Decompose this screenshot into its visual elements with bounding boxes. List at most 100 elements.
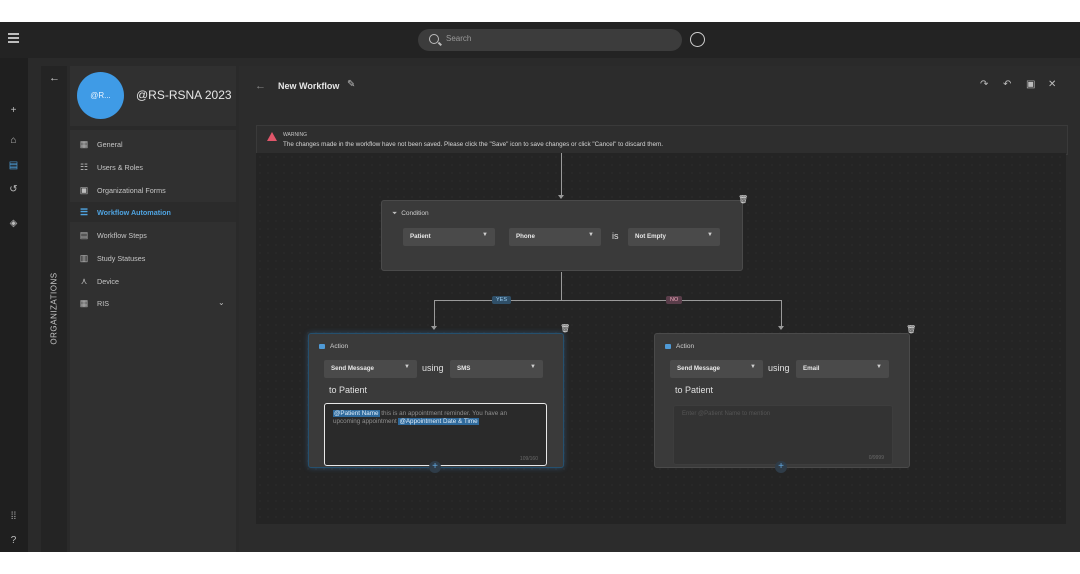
connector-line — [561, 153, 562, 195]
message-textarea[interactable]: @Patient Name this is an appointment rem… — [324, 403, 547, 466]
icon-rail: + ⌂ ▤ ↺ ◈ ⁞⁞ ? — [0, 58, 28, 552]
chevron-down-icon[interactable]: ⌄ — [218, 298, 225, 307]
nav-item-label: Device — [97, 277, 119, 286]
action-node-email[interactable]: Action Send Message ▼ using Email ▼ to Pat… — [654, 333, 910, 468]
organization-icon[interactable]: ▤ — [8, 160, 19, 171]
connector-line — [434, 300, 435, 326]
action-type-select[interactable]: Send Message ▼ — [670, 360, 763, 378]
warning-title: WARNING — [283, 132, 307, 138]
select-value: Patient — [410, 233, 431, 240]
chat-icon — [665, 343, 671, 349]
condition-header: ⏷ Condition — [392, 210, 429, 218]
character-counter: 109/160 — [519, 456, 538, 462]
redo-icon[interactable]: ↷ — [980, 79, 988, 90]
nav-item-label: Users & Roles — [97, 163, 143, 172]
using-word: using — [422, 363, 444, 373]
dropdown-arrow-icon: ▼ — [876, 364, 882, 370]
page-title: New Workflow — [278, 81, 340, 91]
nav-item-label: Workflow Automation — [97, 208, 171, 217]
document-icon: ▥ — [79, 253, 89, 263]
action-label: Action — [330, 343, 349, 350]
steps-icon: ▤ — [79, 230, 89, 240]
save-icon[interactable]: ▣ — [1026, 79, 1035, 90]
mention-tag[interactable]: @Appointment Date & Time — [398, 418, 479, 425]
nav-item-users-roles[interactable]: ☷ Users & Roles — [70, 157, 236, 177]
condition-attribute-select[interactable]: Phone ▼ — [509, 228, 601, 246]
channel-select[interactable]: Email ▼ — [796, 360, 889, 378]
dropdown-arrow-icon: ▼ — [482, 232, 488, 238]
yes-branch-chip[interactable]: YES — [492, 296, 512, 304]
recipient-text: to Patient — [329, 385, 368, 395]
nav-item-workflow-steps[interactable]: ▤ Workflow Steps — [70, 225, 236, 245]
connector-arrow — [558, 195, 564, 199]
undo-icon[interactable]: ↶ — [1003, 79, 1011, 90]
recipient-text: to Patient — [675, 385, 714, 395]
edit-pencil-icon[interactable]: ✎ — [347, 79, 355, 90]
organizations-label: ORGANIZATIONS — [49, 272, 59, 345]
no-branch-chip[interactable]: NO — [666, 296, 683, 304]
condition-value-select[interactable]: Not Empty ▼ — [628, 228, 720, 246]
message-text: @Patient Name this is an appointment rem… — [333, 410, 533, 426]
history-icon[interactable]: ↺ — [8, 184, 19, 195]
dropdown-arrow-icon: ▼ — [750, 364, 756, 370]
workflow-canvas[interactable]: YES NO ⏷ Condition Patient ▼ Phone ▼ is Not… — [256, 153, 1066, 524]
channel-select[interactable]: SMS ▼ — [450, 360, 543, 378]
dropdown-arrow-icon: ▼ — [588, 232, 594, 238]
search-input[interactable]: Search — [418, 29, 682, 51]
delete-action-icon[interactable]: 🗑 — [906, 326, 916, 334]
nav-item-study-statuses[interactable]: ▥ Study Statuses — [70, 248, 236, 268]
nav-item-device[interactable]: ⋏ Device — [70, 271, 236, 291]
nav-item-label: General — [97, 140, 123, 149]
action-header: Action — [319, 343, 348, 350]
back-arrow-icon[interactable]: ← — [49, 72, 60, 84]
message-textarea[interactable]: Enter @Patient Name to mention 0/9999 — [673, 405, 893, 465]
using-word: using — [768, 363, 790, 373]
loading-spinner-icon — [690, 32, 705, 47]
users-icon: ☷ — [79, 162, 89, 172]
unsaved-warning-banner: WARNING The changes made in the workflow… — [256, 125, 1068, 155]
delete-action-icon[interactable]: 🗑 — [560, 325, 570, 333]
nav-item-workflow-automation[interactable]: ☰ Workflow Automation — [70, 202, 236, 222]
nav-item-label: Study Statuses — [97, 254, 146, 263]
connector-arrow — [431, 326, 437, 330]
action-node-sms[interactable]: Action Send Message ▼ using SMS ▼ to Patie… — [308, 333, 564, 468]
help-icon[interactable]: ? — [8, 535, 19, 546]
apps-grid-icon[interactable]: ⁞⁞ — [8, 511, 19, 522]
connector-line — [781, 300, 782, 326]
app-window: Search + ⌂ ▤ ↺ ◈ ⁞⁞ ? ← ORGANIZATIONS @R… — [0, 22, 1080, 552]
add-step-button[interactable]: + — [775, 461, 787, 473]
action-header: Action — [665, 343, 694, 350]
chat-icon — [319, 343, 325, 349]
home-icon[interactable]: ⌂ — [8, 135, 19, 146]
nav-item-label: Organizational Forms — [97, 186, 166, 195]
mention-tag[interactable]: @Patient Name — [333, 410, 380, 417]
select-value: Send Message — [677, 365, 720, 372]
connector-arrow — [778, 326, 784, 330]
nav-item-ris[interactable]: ▦ RIS ⌄ — [70, 293, 236, 313]
condition-field-select[interactable]: Patient ▼ — [403, 228, 495, 246]
select-value: Email — [803, 365, 820, 372]
workflow-editor: ← New Workflow ✎ ↷ ↶ ▣ ✕ WARNING The cha… — [239, 66, 1080, 552]
delete-condition-icon[interactable]: 🗑 — [738, 196, 748, 204]
nav-item-general[interactable]: ▦ General — [70, 134, 236, 154]
connector-line — [434, 300, 782, 301]
avatar[interactable]: @R... — [77, 72, 124, 119]
nav-item-label: Workflow Steps — [97, 231, 147, 240]
connector-line — [561, 272, 562, 300]
select-value: Not Empty — [635, 233, 666, 240]
select-value: SMS — [457, 365, 471, 372]
close-icon[interactable]: ✕ — [1048, 79, 1056, 90]
top-bar: Search — [0, 22, 1080, 58]
back-arrow-icon[interactable]: ← — [255, 80, 266, 92]
organization-card: @R... @RS-RSNA 2023 — [70, 66, 236, 126]
condition-label: Condition — [401, 210, 429, 217]
education-icon[interactable]: ◈ — [8, 218, 19, 229]
condition-node[interactable]: ⏷ Condition Patient ▼ Phone ▼ is Not Empty ▼ — [381, 200, 743, 271]
menu-icon[interactable] — [8, 33, 19, 43]
action-type-select[interactable]: Send Message ▼ — [324, 360, 417, 378]
device-icon: ⋏ — [80, 276, 88, 286]
add-user-icon[interactable]: + — [8, 105, 19, 116]
add-step-button[interactable]: + — [429, 461, 441, 473]
nav-item-organizational-forms[interactable]: ▣ Organizational Forms — [70, 180, 236, 200]
character-counter: 0/9999 — [868, 455, 884, 461]
